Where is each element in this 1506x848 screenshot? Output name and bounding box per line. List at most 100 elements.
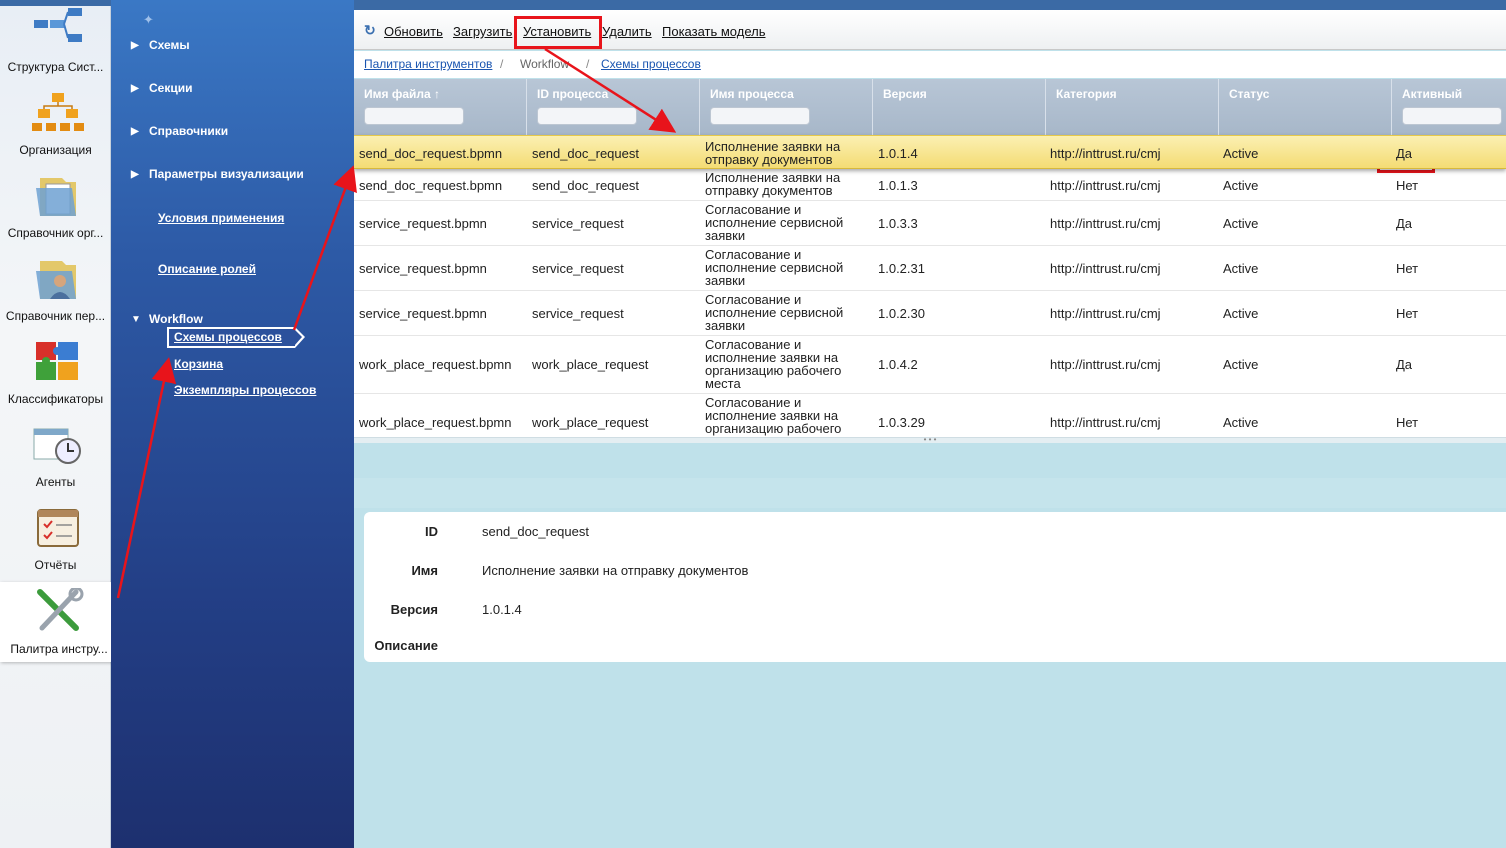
cell-version: 1.0.2.30 (878, 306, 925, 321)
cell-process-name: Исполнение заявки на отправку документов (705, 139, 841, 167)
table-row[interactable]: service_request.bpmn service_request Сог… (354, 291, 1506, 336)
structure-icon (34, 8, 82, 42)
detail-name-value: Исполнение заявки на отправку документов (482, 563, 749, 578)
cell-category: http://inttrust.ru/cmj (1050, 415, 1161, 430)
delete-button[interactable]: Удалить (602, 24, 652, 39)
breadcrumb-separator: / (500, 57, 504, 71)
cell-process-name: Согласование и исполнение заявки на орга… (705, 395, 842, 436)
app-item-org-directory[interactable]: Справочник орг... (0, 166, 111, 246)
clock-calendar-icon (33, 428, 81, 464)
nav-section-visualization[interactable]: ▶ Параметры визуализации (131, 167, 304, 181)
filter-input-file[interactable] (364, 107, 464, 125)
cell-process-id: service_request (532, 261, 624, 276)
app-item-agents[interactable]: Агенты (0, 415, 111, 495)
cell-version: 1.0.3.3 (878, 216, 918, 231)
nav-link-roles[interactable]: Описание ролей (158, 262, 256, 276)
nav-section-workflow[interactable]: ▼ Workflow (131, 312, 203, 326)
app-item-organization[interactable]: Организация (0, 83, 111, 163)
show-model-button[interactable]: Показать модель (662, 24, 766, 39)
nav-item-process-schemes[interactable]: Схемы процессов (167, 327, 305, 348)
detail-id-label: ID (425, 524, 438, 539)
column-header-file[interactable]: Имя файла ↑ (354, 79, 527, 135)
nav-section-label: Параметры визуализации (149, 167, 304, 181)
org-chart-icon (32, 93, 84, 131)
detail-version-value: 1.0.1.4 (482, 602, 522, 617)
process-schemes-table: Имя файла ↑ ID процесса Имя процесса Вер… (354, 79, 1506, 437)
nav-section-schemes[interactable]: ▶ Схемы (131, 38, 190, 52)
refresh-button[interactable]: Обновить (384, 24, 443, 39)
app-item-reports[interactable]: Отчёты (0, 498, 111, 578)
app-item-label: Структура Сист... (7, 60, 104, 74)
table-row[interactable]: send_doc_request.bpmn send_doc_request И… (354, 169, 1506, 201)
column-header-label: Активный (1402, 87, 1463, 101)
upload-button[interactable]: Загрузить (453, 24, 512, 39)
nav-item-trash[interactable]: Корзина (174, 357, 223, 371)
cell-version: 1.0.2.31 (878, 261, 925, 276)
tools-icon (37, 588, 84, 631)
cell-process-id: work_place_request (532, 415, 649, 430)
cell-file: send_doc_request.bpmn (359, 146, 503, 161)
puzzle-icon (36, 342, 78, 380)
nav-section-sections[interactable]: ▶ Секции (131, 81, 192, 95)
column-header-process-id[interactable]: ID процесса (527, 79, 700, 135)
filter-input-active[interactable] (1402, 107, 1502, 125)
cell-process-name: Исполнение заявки на отправку документов (705, 170, 841, 198)
column-header-label: Имя процесса (710, 87, 794, 101)
filter-input-process-id[interactable] (537, 107, 637, 125)
navigation-panel: ✦ ▶ Схемы ▶ Секции ▶ Справочники ▶ Парам… (111, 0, 354, 848)
nav-item-label: Схемы процессов (174, 330, 282, 344)
app-item-label: Организация (19, 143, 92, 157)
folder-icon (36, 178, 76, 216)
table-row[interactable]: work_place_request.bpmn work_place_reque… (354, 394, 1506, 437)
column-header-version[interactable]: Версия (873, 79, 1046, 135)
nav-link-conditions[interactable]: Условия применения (158, 211, 284, 225)
app-item-classifiers[interactable]: Классификаторы (0, 332, 111, 412)
refresh-icon[interactable]: ↻ (364, 23, 378, 37)
detail-id-value: send_doc_request (482, 524, 589, 539)
breadcrumb: Палитра инструментов / Workflow / Схемы … (354, 51, 1506, 78)
app-item-label: Справочник орг... (7, 226, 104, 240)
breadcrumb-process-schemes[interactable]: Схемы процессов (601, 57, 701, 71)
panel-splitter[interactable]: • • • (354, 436, 1506, 444)
nav-section-dictionaries[interactable]: ▶ Справочники (131, 124, 228, 138)
column-header-label: Версия (883, 87, 927, 101)
column-header-label: Статус (1229, 87, 1270, 101)
table-row[interactable]: service_request.bpmn service_request Сог… (354, 201, 1506, 246)
cell-file: work_place_request.bpmn (359, 415, 512, 430)
collapse-arrow-icon: ▼ (131, 313, 141, 325)
app-item-tool-palette[interactable]: Палитра инстру... (0, 582, 118, 662)
pin-icon[interactable]: ✦ (143, 12, 157, 27)
nav-section-label: Workflow (149, 312, 203, 326)
cell-category: http://inttrust.ru/cmj (1050, 306, 1161, 321)
nav-item-process-instances[interactable]: Экземпляры процессов (174, 383, 316, 397)
nav-section-label: Секции (149, 81, 193, 95)
column-header-status[interactable]: Статус (1219, 79, 1392, 135)
app-item-label: Классификаторы (7, 392, 104, 406)
column-header-category[interactable]: Категория (1046, 79, 1219, 135)
column-header-label: Категория (1056, 87, 1117, 101)
cell-process-name: Согласование и исполнение сервисной заяв… (705, 202, 844, 243)
cell-process-name: Согласование и исполнение заявки на орга… (705, 337, 842, 391)
cell-active: Нет (1396, 306, 1419, 321)
cell-category: http://inttrust.ru/cmj (1050, 357, 1161, 372)
table-row[interactable]: service_request.bpmn service_request Сог… (354, 246, 1506, 291)
column-header-active[interactable]: Активный (1392, 79, 1506, 135)
cell-active: Да (1396, 357, 1413, 372)
cell-process-name: Согласование и исполнение сервисной заяв… (705, 292, 844, 333)
cell-file: service_request.bpmn (359, 216, 487, 231)
table-row[interactable]: work_place_request.bpmn work_place_reque… (354, 336, 1506, 394)
app-item-label: Справочник пер... (5, 309, 106, 323)
app-item-person-directory[interactable]: Справочник пер... (0, 249, 111, 329)
top-band (354, 0, 1506, 10)
column-header-process-name[interactable]: Имя процесса (700, 79, 873, 135)
cell-active: Да (1396, 146, 1413, 161)
cell-file: send_doc_request.bpmn (359, 178, 503, 193)
expand-arrow-icon: ▶ (131, 168, 139, 180)
people-folder-icon (36, 261, 76, 299)
cell-version: 1.0.1.4 (878, 146, 918, 161)
breadcrumb-tool-palette[interactable]: Палитра инструментов (364, 57, 492, 71)
table-row[interactable]: send_doc_request.bpmn send_doc_request И… (354, 135, 1506, 169)
filter-input-process-name[interactable] (710, 107, 810, 125)
cell-status: Active (1223, 306, 1259, 321)
app-item-structure[interactable]: Структура Сист... (0, 0, 111, 80)
